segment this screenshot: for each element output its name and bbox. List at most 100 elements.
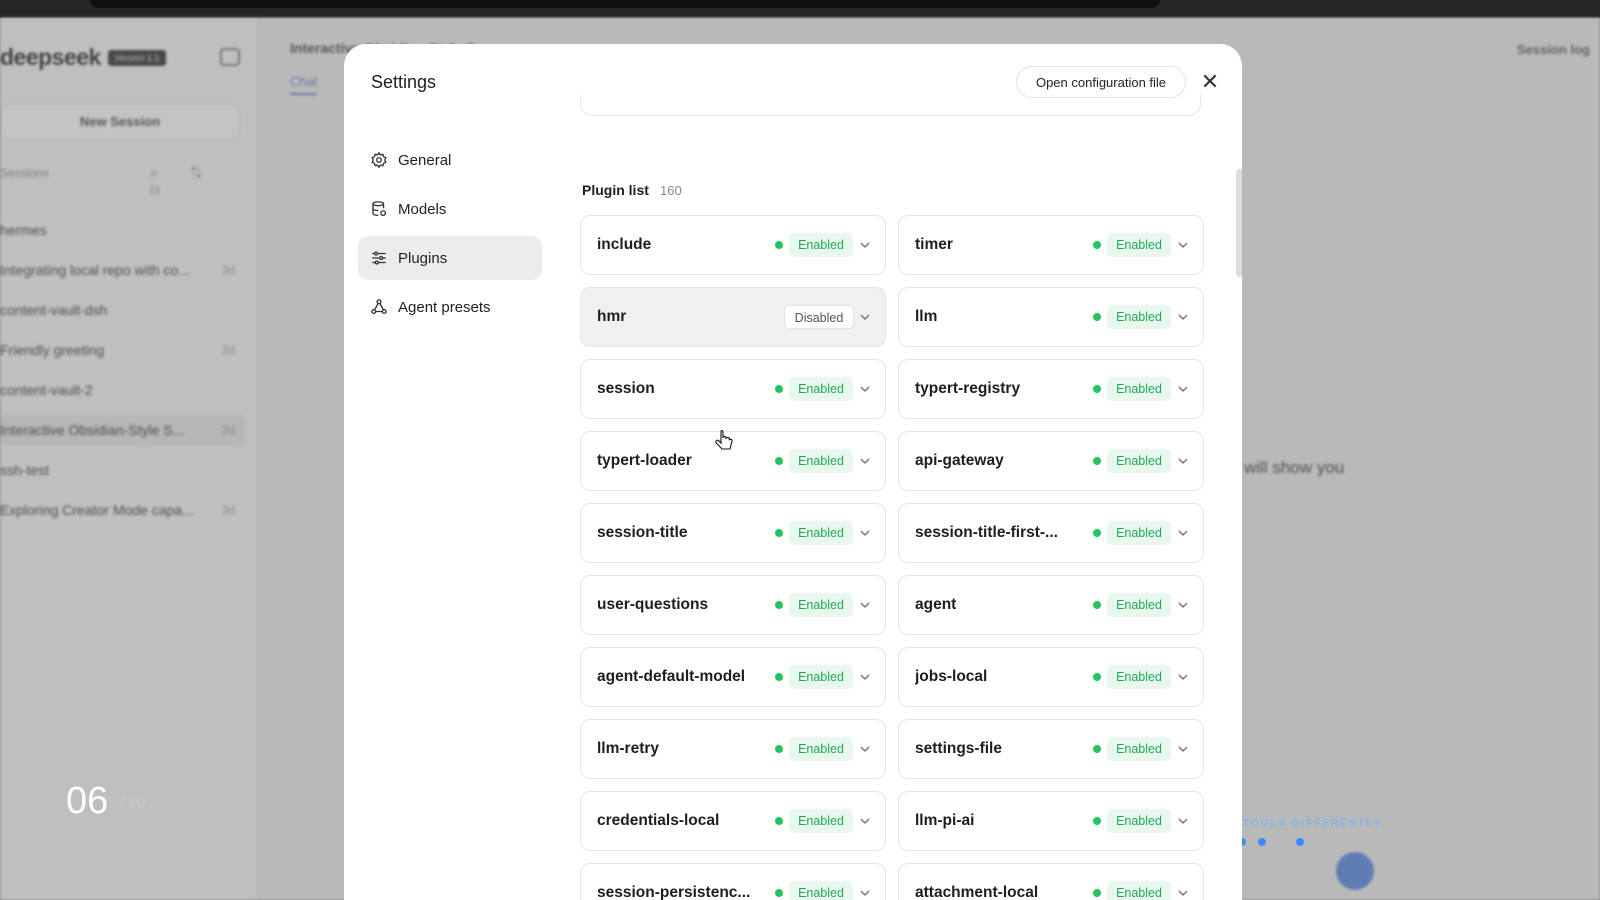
chevron-down-icon[interactable]	[857, 525, 873, 541]
plugin-card[interactable]: api-gateway Enabled	[898, 431, 1204, 491]
plugin-name: timer	[915, 236, 953, 253]
status-badge[interactable]: Disabled	[784, 305, 854, 329]
status-badge[interactable]: Enabled	[1107, 737, 1171, 761]
status-dot-icon	[775, 241, 783, 249]
status-dot-icon	[775, 601, 783, 609]
nav-label: Agent presets	[398, 298, 491, 316]
chevron-down-icon[interactable]	[1175, 813, 1191, 829]
chevron-down-icon[interactable]	[1175, 741, 1191, 757]
settings-modal: Settings Open configuration file ✕ Gener…	[344, 44, 1242, 900]
status-badge[interactable]: Enabled	[1107, 305, 1171, 329]
status-badge[interactable]: Enabled	[789, 737, 853, 761]
status-dot-icon	[1093, 313, 1101, 321]
status-badge[interactable]: Enabled	[1107, 809, 1171, 833]
slide-counter: 06 / 20	[66, 780, 145, 823]
plugin-card[interactable]: llm Enabled	[898, 287, 1204, 347]
plugin-card[interactable]: session-persistenc... Enabled	[580, 863, 886, 900]
plugin-name: credentials-local	[597, 812, 720, 829]
status-dot-icon	[1093, 601, 1101, 609]
plugin-list-label: Plugin list	[582, 182, 649, 198]
chevron-down-icon[interactable]	[1175, 597, 1191, 613]
chevron-down-icon[interactable]	[1175, 669, 1191, 685]
slide-total: / 20	[120, 794, 146, 812]
chevron-down-icon[interactable]	[1175, 237, 1191, 253]
plugin-name: llm-pi-ai	[915, 812, 975, 829]
plugin-card[interactable]: typert-registry Enabled	[898, 359, 1204, 419]
plugin-card[interactable]: session-title Enabled	[580, 503, 886, 563]
slide-number: 06	[66, 780, 109, 822]
status-badge[interactable]: Enabled	[1107, 377, 1171, 401]
plugin-card[interactable]: hmr Disabled	[580, 287, 886, 347]
plugin-card[interactable]: session Enabled	[580, 359, 886, 419]
status-badge[interactable]: Enabled	[789, 233, 853, 257]
status-badge[interactable]: Enabled	[1107, 665, 1171, 689]
chevron-down-icon[interactable]	[1175, 525, 1191, 541]
chevron-down-icon[interactable]	[1175, 309, 1191, 325]
plugin-card[interactable]: agent Enabled	[898, 575, 1204, 635]
status-badge[interactable]: Enabled	[1107, 233, 1171, 257]
plugin-name: jobs-local	[915, 668, 988, 685]
status-dot-icon	[775, 745, 783, 753]
status-badge[interactable]: Enabled	[789, 809, 853, 833]
plugin-name: api-gateway	[915, 452, 1004, 469]
scrollbar[interactable]	[1236, 169, 1242, 277]
status-dot-icon	[775, 385, 783, 393]
nav-general[interactable]: General	[358, 138, 542, 182]
status-badge[interactable]: Enabled	[789, 665, 853, 689]
plugin-card[interactable]: attachment-local Enabled	[898, 863, 1204, 900]
nav-agent-presets[interactable]: Agent presets	[358, 285, 542, 329]
nav-models[interactable]: Models	[358, 187, 542, 231]
chevron-down-icon[interactable]	[1175, 885, 1191, 900]
plugin-card[interactable]: settings-file Enabled	[898, 719, 1204, 779]
plugin-name: include	[597, 236, 652, 253]
plugin-card[interactable]: credentials-local Enabled	[580, 791, 886, 851]
plugin-card[interactable]: jobs-local Enabled	[898, 647, 1204, 707]
plugin-card[interactable]: include Enabled	[580, 215, 886, 275]
status-badge[interactable]: Enabled	[1107, 593, 1171, 617]
status-badge[interactable]: Enabled	[789, 449, 853, 473]
plugin-card[interactable]: agent-default-model Enabled	[580, 647, 886, 707]
status-badge[interactable]: Enabled	[1107, 881, 1171, 900]
agent-icon	[371, 299, 387, 315]
plugin-name: agent-default-model	[597, 668, 746, 685]
status-dot-icon	[775, 673, 783, 681]
status-badge[interactable]: Enabled	[1107, 449, 1171, 473]
chevron-down-icon[interactable]	[857, 741, 873, 757]
plugin-name: session	[597, 380, 655, 397]
status-dot-icon	[1093, 817, 1101, 825]
chevron-down-icon[interactable]	[857, 309, 873, 325]
plugin-card[interactable]: user-questions Enabled	[580, 575, 886, 635]
system-top-bar	[0, 0, 1600, 18]
status-dot-icon	[1093, 457, 1101, 465]
chevron-down-icon[interactable]	[1175, 381, 1191, 397]
close-icon[interactable]: ✕	[1196, 68, 1224, 96]
chevron-down-icon[interactable]	[1175, 453, 1191, 469]
plugin-name: session-title-first-...	[915, 524, 1058, 541]
status-badge[interactable]: Enabled	[789, 881, 853, 900]
nav-label: Models	[398, 200, 447, 218]
plugin-card[interactable]: llm-retry Enabled	[580, 719, 886, 779]
plugin-card[interactable]: llm-pi-ai Enabled	[898, 791, 1204, 851]
plugin-card[interactable]: session-title-first-... Enabled	[898, 503, 1204, 563]
chevron-down-icon[interactable]	[857, 885, 873, 900]
status-badge[interactable]: Enabled	[789, 593, 853, 617]
status-badge[interactable]: Enabled	[789, 521, 853, 545]
gear-icon	[371, 151, 387, 169]
chevron-down-icon[interactable]	[857, 381, 873, 397]
chevron-down-icon[interactable]	[857, 597, 873, 613]
nav-plugins[interactable]: Plugins	[358, 236, 542, 280]
plugins-panel: Plugin list 160 include Enabled timer Enabl…	[580, 94, 1220, 900]
search-input[interactable]	[580, 94, 1201, 116]
plugin-card[interactable]: timer Enabled	[898, 215, 1204, 275]
status-badge[interactable]: Enabled	[1107, 521, 1171, 545]
plugin-name: typert-loader	[597, 452, 692, 469]
chevron-down-icon[interactable]	[857, 453, 873, 469]
plugin-name: settings-file	[915, 740, 1002, 757]
chevron-down-icon[interactable]	[857, 237, 873, 253]
status-badge[interactable]: Enabled	[789, 377, 853, 401]
address-pill	[90, 0, 1160, 8]
status-dot-icon	[1093, 385, 1101, 393]
chevron-down-icon[interactable]	[857, 813, 873, 829]
chevron-down-icon[interactable]	[857, 669, 873, 685]
status-dot-icon	[1093, 673, 1101, 681]
